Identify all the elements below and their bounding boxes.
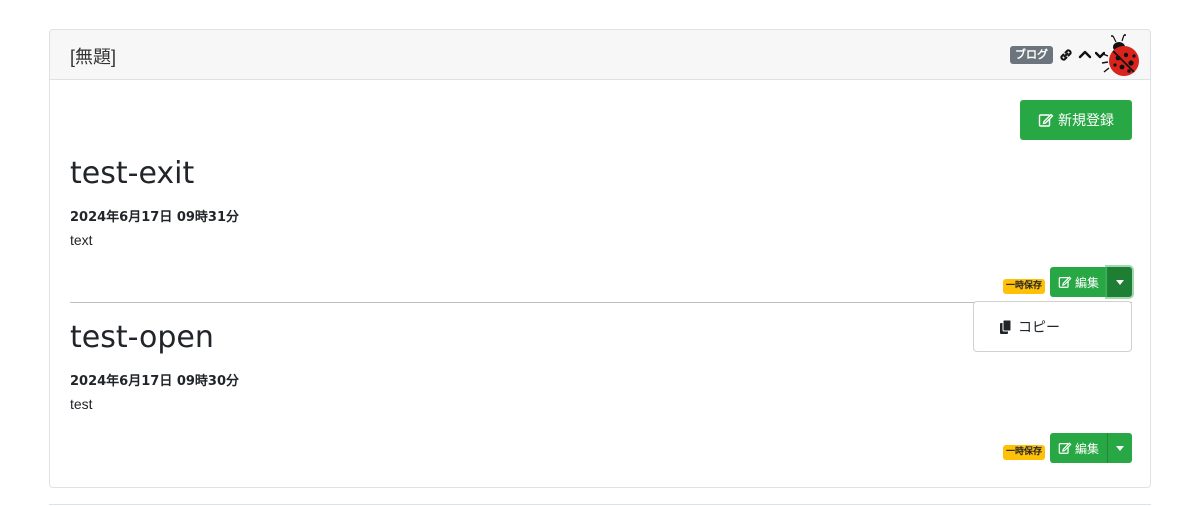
frame-title: [無題] bbox=[70, 47, 117, 67]
edit-button[interactable]: 編集 bbox=[1049, 433, 1107, 463]
post-title[interactable]: test-exit bbox=[70, 156, 194, 191]
plugin-badge: ブログ bbox=[1010, 46, 1053, 64]
caret-down-icon bbox=[1116, 445, 1124, 451]
dropdown-item-copy[interactable]: コピー bbox=[973, 301, 1132, 352]
frame-bottom-rule bbox=[49, 504, 1151, 505]
edit-button[interactable]: 編集 bbox=[1049, 267, 1107, 297]
chevron-up-icon[interactable] bbox=[1076, 46, 1094, 64]
edit-icon bbox=[1058, 442, 1072, 454]
copy-icon bbox=[1000, 319, 1012, 334]
link-icon[interactable] bbox=[1057, 46, 1075, 64]
ladybug-icon bbox=[1100, 34, 1142, 78]
dropdown-item-label: コピー bbox=[1018, 319, 1060, 336]
edit-icon bbox=[1058, 276, 1072, 288]
post-body: text bbox=[70, 232, 93, 248]
post-title[interactable]: test-open bbox=[70, 320, 214, 355]
temporary-save-badge: 一時保存 bbox=[1002, 444, 1045, 460]
new-post-button[interactable]: 新規登録 bbox=[1020, 100, 1132, 140]
edit-label: 編集 bbox=[1074, 275, 1099, 290]
post-body: test bbox=[70, 396, 93, 412]
frame-tools: ブログ bbox=[1010, 32, 1142, 78]
temporary-save-badge: 一時保存 bbox=[1002, 278, 1045, 294]
edit-menu-toggle[interactable] bbox=[1107, 267, 1132, 297]
new-post-label: 新規登録 bbox=[1058, 113, 1114, 129]
post-date: 2024年6月17日 09時31分 bbox=[70, 210, 240, 225]
caret-down-icon bbox=[1116, 279, 1124, 285]
post-date: 2024年6月17日 09時30分 bbox=[70, 374, 240, 389]
edit-icon bbox=[1038, 113, 1054, 127]
post-actions: 一時保存 編集 bbox=[1002, 267, 1132, 297]
frame-header: [無題] ブログ bbox=[50, 30, 1150, 80]
blog-frame: [無題] ブログ 新規登録 test-exit 2024年6月17日 09時31… bbox=[49, 29, 1151, 488]
edit-menu-toggle[interactable] bbox=[1107, 433, 1132, 463]
post-actions: 一時保存 編集 bbox=[1002, 433, 1132, 463]
edit-label: 編集 bbox=[1074, 441, 1099, 456]
